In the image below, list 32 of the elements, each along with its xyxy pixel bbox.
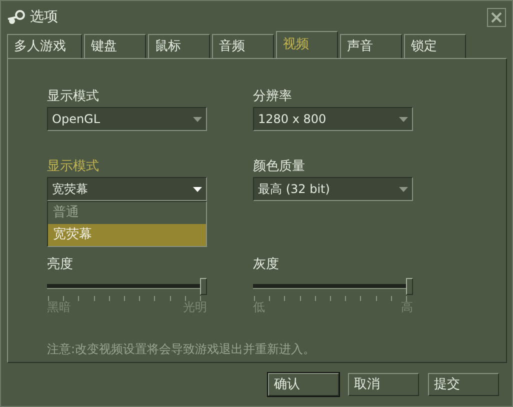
steam-logo-icon [7,9,26,25]
dialog-button[interactable]: 确认 [268,373,339,396]
slider-thumb[interactable] [406,278,413,295]
slider-label: 亮度 [47,256,74,274]
warning-note: 注意:改变视频设置将会导致游戏退出并重新进入。 [47,341,316,358]
tab[interactable]: 视频 [276,31,338,58]
dialog-button[interactable]: 提交 [428,373,499,396]
dropdown-arrow-icon [193,186,202,192]
tab[interactable]: 音频 [212,34,274,58]
tab[interactable]: 锁定 [404,34,466,58]
tab[interactable]: 鼠标 [148,34,210,58]
dialog-button[interactable]: 取消 [348,373,419,396]
dropdown[interactable]: OpenGL [47,107,207,131]
slider-thumb[interactable] [200,278,207,295]
close-icon [491,12,502,22]
dropdown[interactable]: 1280 x 800 [253,107,413,131]
field-label: 分辨率 [253,88,293,106]
dropdown[interactable]: 最高 (32 bit) [253,177,413,201]
dropdown-option[interactable]: 宽荧幕 [48,224,206,246]
field-label: 显示模式 [47,88,100,106]
slider-label: 灰度 [253,256,280,274]
close-button[interactable] [487,8,506,26]
dropdown[interactable]: 宽荧幕 [47,177,207,201]
field-label: 显示模式 [47,158,100,176]
tab[interactable]: 多人游戏 [7,34,82,58]
dropdown-arrow-icon [399,116,408,122]
window-title: 选项 [30,8,58,26]
tab[interactable]: 键盘 [84,34,146,58]
dropdown-arrow-icon [399,186,408,192]
dropdown-arrow-icon [193,116,202,122]
tab[interactable]: 声音 [340,34,402,58]
field-label: 颜色质量 [253,158,306,176]
